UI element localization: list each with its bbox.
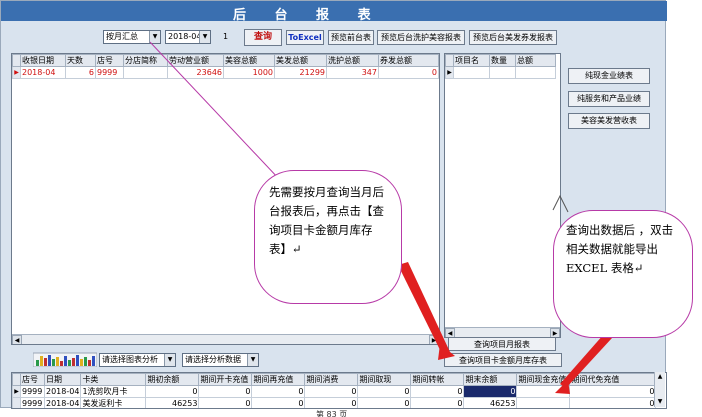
red-arrow-to-table bbox=[560, 334, 612, 388]
callout-pointer-line bbox=[149, 41, 281, 181]
right-annotation-callout: 查询出数据后 ，双击相关数据就能导出 EXCEL 表格↵ bbox=[553, 210, 693, 338]
left-annotation-text: 先需要按月查询当月后台报表后，再点击【查询项目卡金额月库存表】↵ bbox=[269, 185, 384, 256]
page-footer: 第 83 页 bbox=[316, 410, 348, 417]
small-bracket-mark bbox=[552, 194, 569, 213]
right-annotation-text: 查询出数据后 ，双击相关数据就能导出 EXCEL 表格↵ bbox=[566, 223, 674, 275]
red-arrow-to-card-button bbox=[398, 262, 450, 356]
left-annotation-callout: 先需要按月查询当月后台报表后，再点击【查询项目卡金额月库存表】↵ bbox=[254, 170, 402, 304]
